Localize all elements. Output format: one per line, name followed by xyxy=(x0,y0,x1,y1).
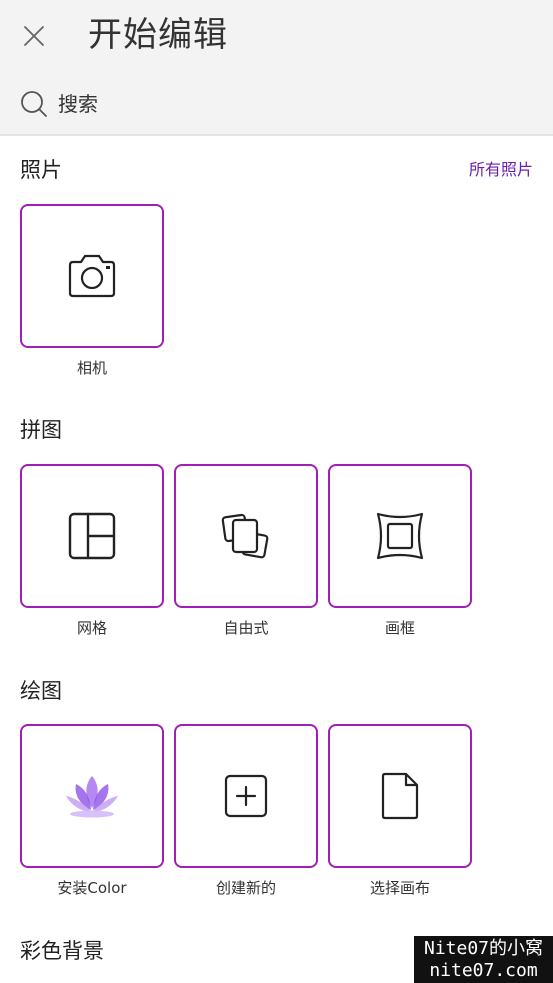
all-photos-link[interactable]: 所有照片 xyxy=(469,156,533,184)
section-title-photos: 照片 xyxy=(20,158,62,182)
grid-layout-icon xyxy=(68,512,116,560)
frame-icon xyxy=(376,512,424,560)
close-button[interactable] xyxy=(14,16,54,56)
select-canvas-label: 选择画布 xyxy=(369,879,430,897)
header: 开始编辑 xyxy=(0,0,553,136)
lotus-icon xyxy=(66,776,118,818)
page-title: 开始编辑 xyxy=(88,15,228,55)
grid-tile[interactable] xyxy=(20,464,164,608)
frame-tile[interactable] xyxy=(328,464,472,608)
camera-tile[interactable] xyxy=(20,204,164,348)
camera-icon xyxy=(68,254,116,298)
close-icon xyxy=(24,26,44,46)
add-square-icon xyxy=(224,774,268,818)
section-title-collage: 拼图 xyxy=(20,418,62,442)
freestyle-icon xyxy=(221,513,269,559)
frame-label: 画框 xyxy=(384,619,415,637)
section-title-drawing: 绘图 xyxy=(20,679,62,703)
install-color-tile[interactable] xyxy=(20,724,164,868)
search-input[interactable] xyxy=(58,88,518,120)
install-color-label: 安装Color xyxy=(57,879,127,897)
watermark: Nite07的小窝 nite07.com xyxy=(414,936,553,983)
select-canvas-tile[interactable] xyxy=(328,724,472,868)
watermark-line1: Nite07的小窝 xyxy=(423,938,544,959)
camera-label: 相机 xyxy=(76,359,107,377)
freestyle-label: 自由式 xyxy=(223,619,269,637)
create-new-label: 创建新的 xyxy=(215,879,276,897)
canvas-page-icon xyxy=(381,772,419,820)
freestyle-tile[interactable] xyxy=(174,464,318,608)
section-title-backgrounds: 彩色背景 xyxy=(20,939,104,963)
search-icon xyxy=(21,91,47,117)
grid-label: 网格 xyxy=(76,619,107,637)
search-bar[interactable] xyxy=(0,76,553,132)
watermark-line2: nite07.com xyxy=(429,960,538,981)
create-new-tile[interactable] xyxy=(174,724,318,868)
